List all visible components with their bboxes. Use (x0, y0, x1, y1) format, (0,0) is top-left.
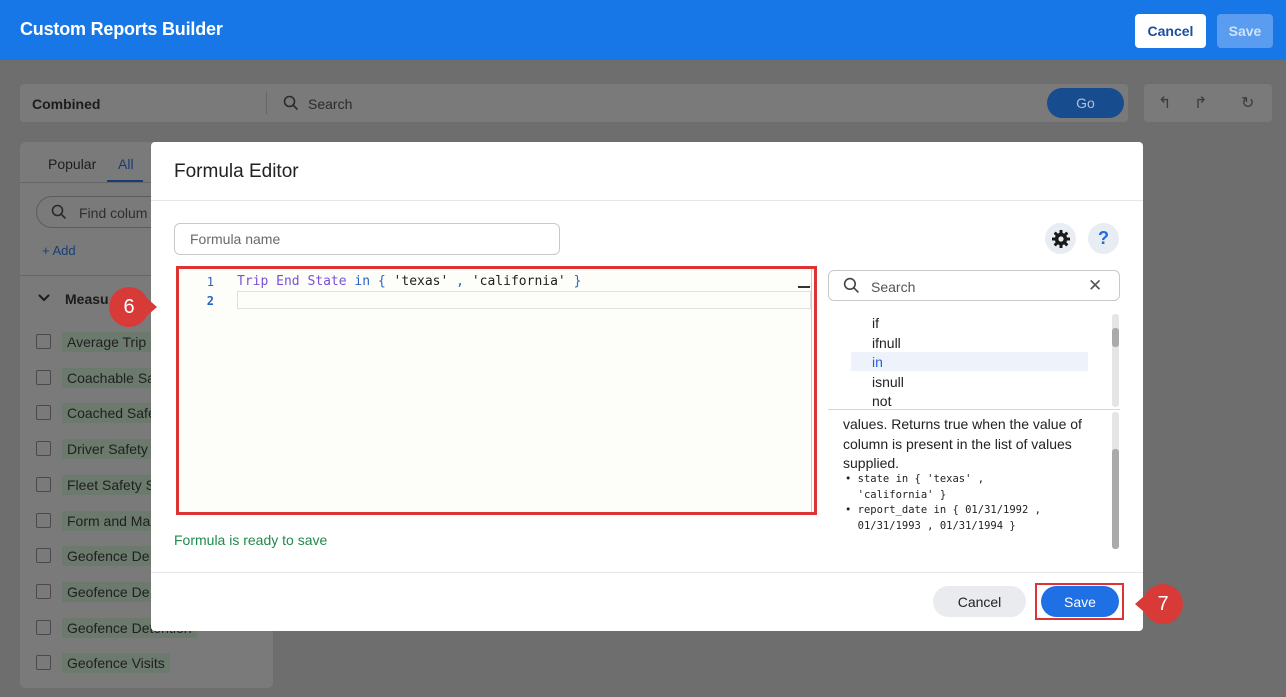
add-column-button[interactable]: + Add (42, 243, 76, 258)
column-chip: Geofence De (62, 582, 155, 602)
checkbox[interactable] (36, 370, 51, 385)
search-icon (51, 204, 67, 220)
step-number: 6 (109, 287, 149, 327)
brace-token: } (573, 274, 582, 289)
current-line-highlight (237, 291, 811, 309)
find-column-placeholder: Find colum (79, 205, 148, 221)
column-chip: Geofence De (62, 546, 155, 566)
scroll-marker (798, 286, 810, 288)
string-token: 'california' (471, 274, 566, 289)
checkbox[interactable] (36, 655, 51, 670)
formula-code-line: Trip End State in { 'texas' , 'californi… (237, 274, 581, 289)
dialog-title: Formula Editor (174, 161, 299, 182)
selected-highlight (851, 352, 1088, 371)
help-button[interactable]: ? (1088, 223, 1119, 254)
tab-all[interactable]: All (118, 156, 134, 172)
formula-editor-dialog: Formula Editor ? 1 2 Trip End State in { (151, 142, 1143, 631)
checkbox[interactable] (36, 620, 51, 635)
column-chip: Geofence Visits (62, 653, 170, 673)
checkbox[interactable] (36, 441, 51, 456)
line-number: 1 (206, 275, 214, 289)
editor-scrollbar[interactable] (811, 269, 812, 512)
settings-button[interactable] (1045, 223, 1076, 254)
search-placeholder: Search (871, 279, 916, 295)
function-description: values. Returns true when the value of c… (843, 416, 1082, 471)
function-item-ifnull[interactable]: ifnull (872, 335, 901, 351)
source-search-bar: Combined Search Go (20, 84, 1128, 122)
function-item-if[interactable]: if (872, 315, 879, 331)
checkbox[interactable] (36, 513, 51, 528)
reset-icon[interactable]: ↻ (1241, 93, 1254, 113)
close-icon[interactable]: ✕ (1088, 276, 1102, 296)
step-marker-7: 7 (1135, 584, 1183, 624)
divider (151, 200, 1143, 201)
source-selector[interactable]: Combined (32, 96, 100, 112)
function-item-isnull[interactable]: isnull (872, 374, 904, 390)
tab-popular[interactable]: Popular (48, 156, 96, 172)
app-header: Custom Reports Builder Cancel Save (0, 0, 1286, 60)
operator-token: in (354, 274, 371, 289)
function-list: if ifnull in isnull not values. Returns … (828, 312, 1120, 550)
line-number: 2 (206, 294, 214, 308)
search-input[interactable]: Search (308, 96, 352, 112)
function-item-in[interactable]: in (872, 354, 883, 370)
string-token: 'texas' (393, 274, 449, 289)
step-number: 7 (1143, 584, 1183, 624)
header-save-button[interactable]: Save (1217, 14, 1273, 48)
column-token: Trip End State (237, 274, 347, 289)
checkbox[interactable] (36, 334, 51, 349)
app-title: Custom Reports Builder (20, 19, 223, 39)
status-message: Formula is ready to save (174, 532, 328, 548)
dialog-save-button[interactable]: Save (1041, 586, 1119, 617)
function-search-input[interactable]: Search ✕ (828, 270, 1120, 301)
column-chip: Coached Safe (62, 403, 161, 423)
function-list-scroll-thumb[interactable] (1112, 328, 1119, 347)
divider (151, 572, 1143, 573)
formula-code-editor[interactable]: 1 2 Trip End State in { 'texas' , 'calif… (176, 266, 817, 515)
function-item-not[interactable]: not (872, 393, 891, 409)
go-button[interactable]: Go (1047, 88, 1124, 118)
checkbox[interactable] (36, 477, 51, 492)
brace-token: { (377, 274, 386, 289)
checkbox[interactable] (36, 584, 51, 599)
checkbox[interactable] (36, 548, 51, 563)
example-item: • report_date in { 01/31/1992 , 01/31/19… (845, 504, 1041, 532)
column-chip: Fleet Safety S (62, 475, 160, 495)
search-icon (843, 277, 859, 293)
help-icon: ? (1098, 228, 1109, 248)
divider (828, 409, 1120, 410)
column-chip: Form and Ma (62, 511, 156, 531)
gear-icon (1051, 229, 1070, 248)
measures-section-label: Measu (65, 291, 109, 307)
example-item: • state in { 'texas' , 'california' } (845, 473, 985, 501)
step-marker-6: 6 (109, 287, 157, 327)
dialog-cancel-button[interactable]: Cancel (933, 586, 1026, 617)
column-chip: Coachable Sa (62, 368, 160, 388)
chevron-down-icon[interactable] (38, 293, 50, 303)
column-chip: Average Trip S (62, 332, 165, 352)
divider (266, 92, 267, 114)
formula-name-input[interactable] (174, 223, 560, 255)
redo-icon[interactable]: ↱ (1194, 93, 1207, 113)
history-toolbar: ↰ ↱ ↻ (1144, 84, 1272, 122)
search-icon (283, 95, 299, 111)
comma-token: , (456, 274, 464, 289)
undo-icon[interactable]: ↰ (1158, 93, 1171, 113)
description-scroll-thumb[interactable] (1112, 449, 1119, 549)
header-cancel-button[interactable]: Cancel (1135, 14, 1206, 48)
checkbox[interactable] (36, 405, 51, 420)
